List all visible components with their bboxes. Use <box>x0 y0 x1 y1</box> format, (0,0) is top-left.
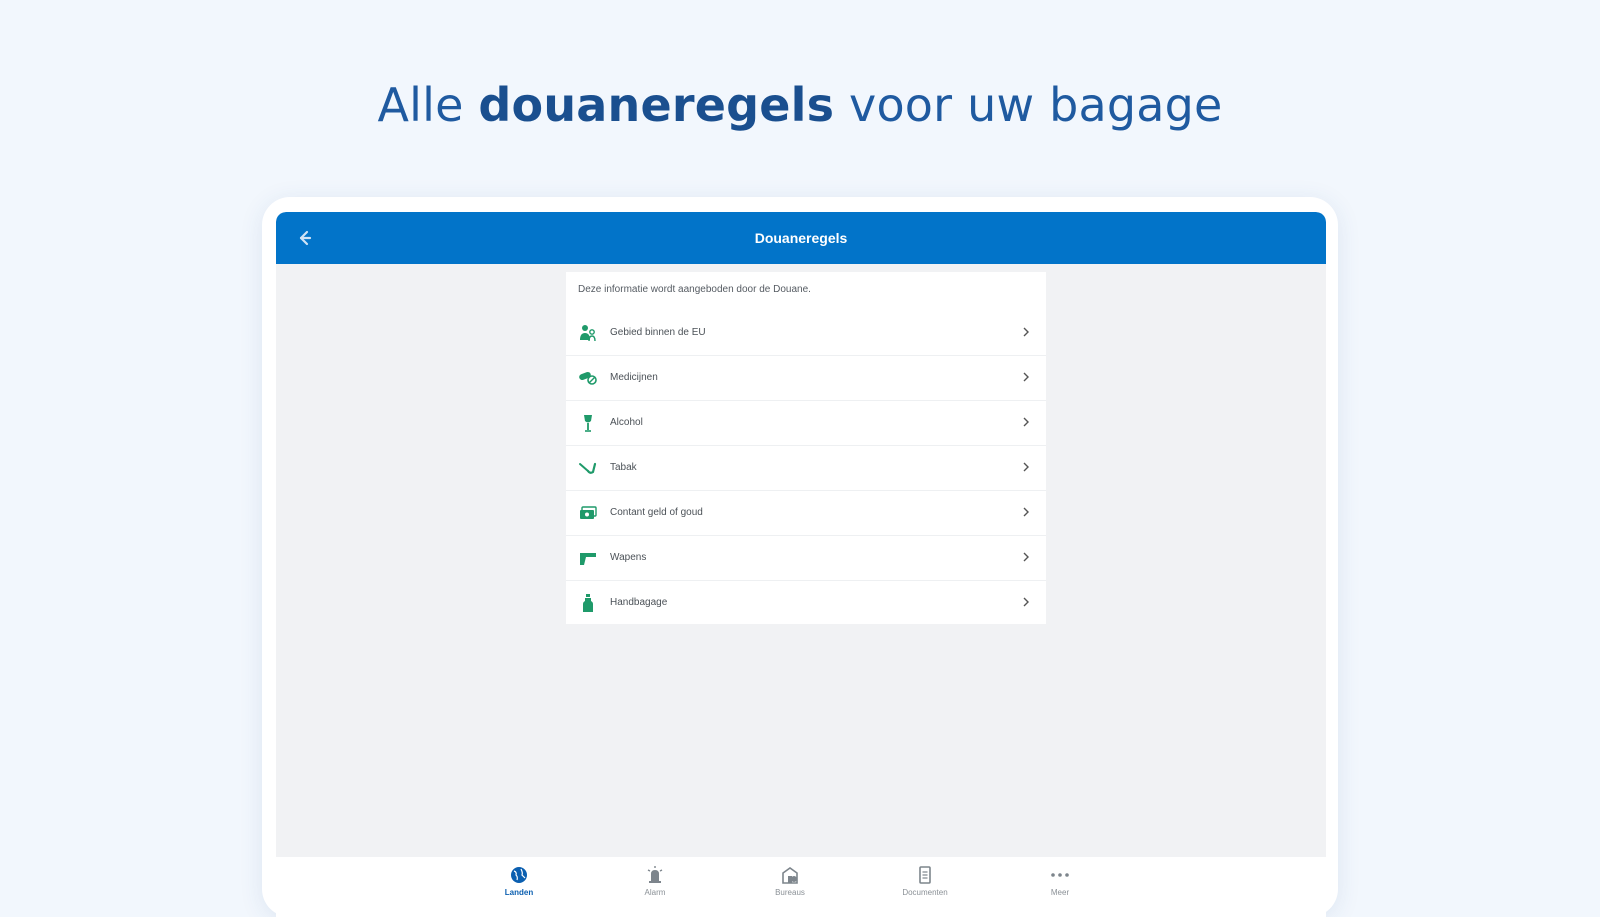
nav-item-alarm[interactable]: Alarm <box>615 865 695 909</box>
chevron-right-icon <box>1023 597 1029 607</box>
back-button[interactable] <box>292 226 316 250</box>
headline-bold: douaneregels <box>478 78 835 132</box>
headline-suffix: voor uw bagage <box>834 78 1223 132</box>
building-icon <box>782 867 798 884</box>
chevron-right-icon <box>1023 507 1029 517</box>
globe-icon <box>511 867 527 883</box>
list-item-label: Contant geld of goud <box>610 507 703 518</box>
people-icon <box>580 325 596 342</box>
chevron-right-icon <box>1023 372 1029 382</box>
chevron-right-icon <box>1023 417 1029 427</box>
app-bar-title: Douaneregels <box>754 230 848 246</box>
rules-card: Deze informatie wordt aangeboden door de… <box>566 272 1046 624</box>
app-bar: Douaneregels <box>276 212 1326 264</box>
nav-item-label: Alarm <box>644 888 666 897</box>
nav-item-documenten[interactable]: Documenten <box>885 865 965 909</box>
siren-icon <box>647 866 663 883</box>
bottom-navigation: Landen Alarm Bureaus Documenten Meer <box>276 857 1326 917</box>
pills-icon <box>579 371 597 385</box>
pipe-icon <box>579 462 597 474</box>
more-icon <box>1051 873 1069 877</box>
headline: Alle douaneregels voor uw bagage <box>0 78 1600 132</box>
list-item-label: Medicijnen <box>610 372 658 383</box>
chevron-right-icon <box>1023 462 1029 472</box>
gun-icon <box>580 553 596 565</box>
nav-item-label: Landen <box>504 888 534 897</box>
list-item-label: Gebied binnen de EU <box>610 327 706 338</box>
tablet-frame: Douaneregels Deze informatie wordt aange… <box>262 197 1338 917</box>
list-item-label: Alcohol <box>610 417 643 428</box>
nav-item-landen[interactable]: Landen <box>479 865 559 909</box>
list-item-label: Handbagage <box>610 597 668 608</box>
chevron-right-icon <box>1023 327 1029 337</box>
document-icon <box>919 866 931 884</box>
app-screen: Douaneregels Deze informatie wordt aange… <box>276 212 1326 917</box>
list-item-contant-geld[interactable]: Contant geld of goud <box>566 490 1046 535</box>
nav-item-bureaus[interactable]: Bureaus <box>750 865 830 909</box>
nav-item-label: Bureaus <box>775 888 805 897</box>
bottle-icon <box>583 594 593 612</box>
nav-item-label: Meer <box>1050 888 1070 897</box>
list-item-alcohol[interactable]: Alcohol <box>566 400 1046 445</box>
list-item-gebied[interactable]: Gebied binnen de EU <box>566 310 1046 355</box>
wine-glass-icon <box>584 415 592 432</box>
list-item-label: Wapens <box>610 552 647 563</box>
list-item-label: Tabak <box>610 462 637 473</box>
chevron-right-icon <box>1023 552 1029 562</box>
intro-text: Deze informatie wordt aangeboden door de… <box>578 284 811 295</box>
list-item-tabak[interactable]: Tabak <box>566 445 1046 490</box>
nav-item-meer[interactable]: Meer <box>1020 865 1100 909</box>
list-item-medicijnen[interactable]: Medicijnen <box>566 355 1046 400</box>
list-item-handbagage[interactable]: Handbagage <box>566 580 1046 625</box>
headline-prefix: Alle <box>377 78 479 132</box>
nav-item-label: Documenten <box>902 888 948 897</box>
divider <box>566 445 1046 446</box>
list-item-wapens[interactable]: Wapens <box>566 535 1046 580</box>
cash-icon <box>580 506 597 519</box>
arrow-left-icon <box>299 230 312 246</box>
